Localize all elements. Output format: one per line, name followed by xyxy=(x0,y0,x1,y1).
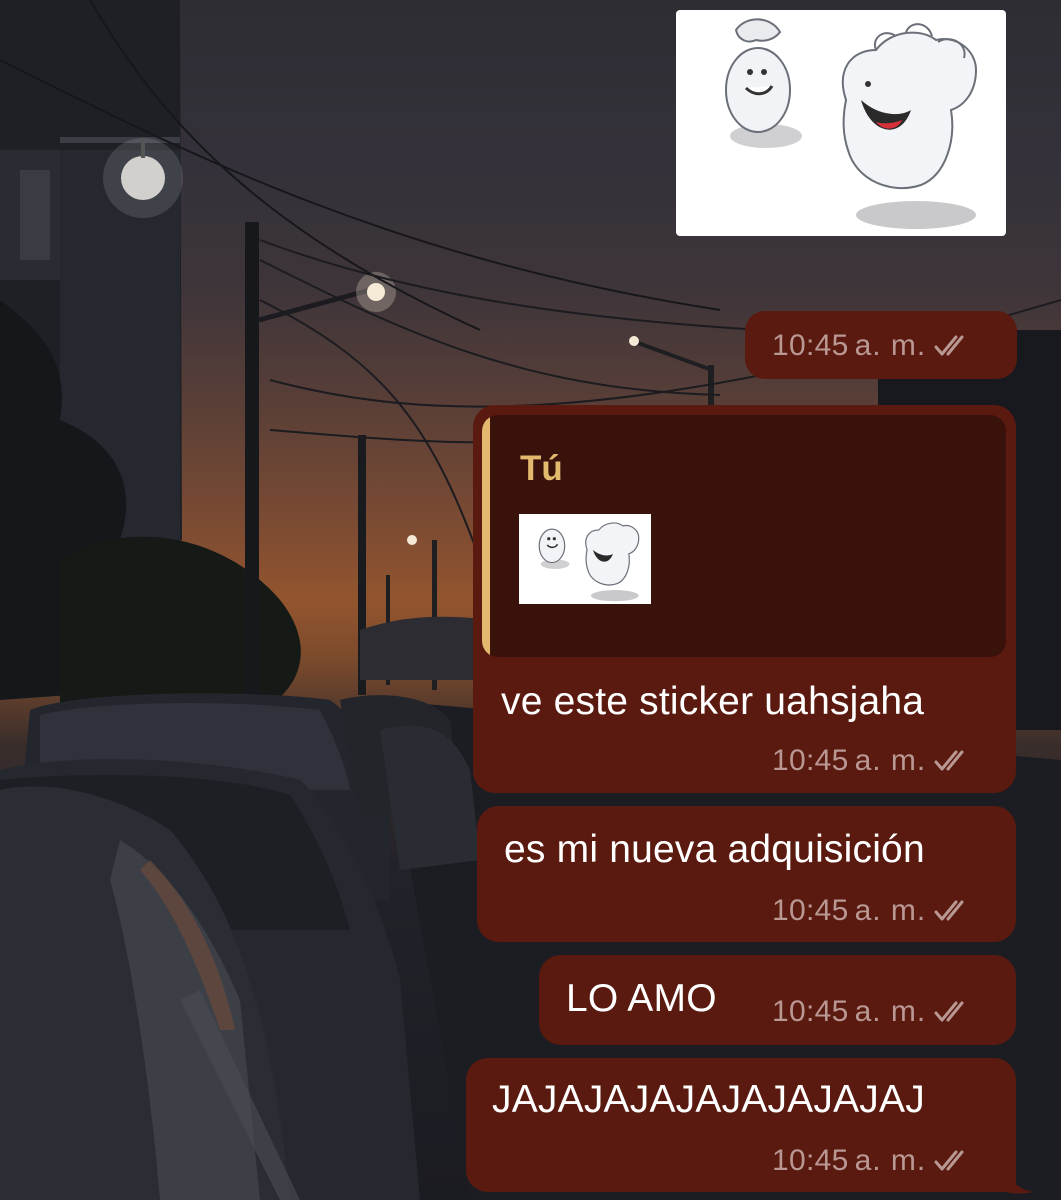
message-ampm: a. m. xyxy=(854,894,927,927)
message-bubble[interactable]: es mi nueva adquisición 10:45 a. m. xyxy=(477,806,1016,942)
message-meta: 10:45 a. m. xyxy=(772,894,976,928)
double-check-icon xyxy=(934,335,964,356)
message-text: ve este sticker uahsjaha xyxy=(501,680,925,723)
message-meta: 10:45 a. m. xyxy=(772,744,976,778)
message-time: 10:45 xyxy=(772,329,849,362)
double-check-icon xyxy=(934,1150,964,1171)
quoted-message[interactable]: Tú xyxy=(482,415,1006,657)
sticker-message-meta-bubble: 10:45 a. m. xyxy=(745,311,1017,379)
message-text: JAJAJAJAJAJAJAJAJAJ xyxy=(492,1078,925,1121)
quote-accent-bar xyxy=(482,415,490,657)
message-text: es mi nueva adquisición xyxy=(504,828,925,871)
quoted-sticker-thumbnail xyxy=(519,514,651,604)
message-meta: 10:45 a. m. xyxy=(772,329,976,363)
ghost-sticker-image xyxy=(725,18,978,229)
message-meta: 10:45 a. m. xyxy=(772,1144,976,1178)
message-bubble[interactable]: LO AMO 10:45 a. m. xyxy=(539,955,1016,1045)
message-ampm: a. m. xyxy=(854,1144,927,1177)
ghost-sticker-image xyxy=(538,522,640,602)
message-bubble[interactable]: JAJAJAJAJAJAJAJAJAJ 10:45 a. m. xyxy=(466,1058,1016,1192)
chat-view: 10:45 a. m. Tú ve este sticker uahsjaha … xyxy=(0,0,1061,1200)
message-time: 10:45 xyxy=(772,744,849,777)
double-check-icon xyxy=(934,1001,964,1022)
message-time: 10:45 xyxy=(772,894,849,927)
double-check-icon xyxy=(934,750,964,771)
message-time: 10:45 xyxy=(772,995,849,1028)
double-check-icon xyxy=(934,900,964,921)
bubble-tail xyxy=(1006,1168,1034,1194)
message-ampm: a. m. xyxy=(854,744,927,777)
message-ampm: a. m. xyxy=(854,995,927,1028)
message-ampm: a. m. xyxy=(854,329,927,362)
message-text: LO AMO xyxy=(566,977,717,1020)
message-meta: 10:45 a. m. xyxy=(772,995,976,1029)
sticker-message[interactable] xyxy=(676,10,1006,236)
message-time: 10:45 xyxy=(772,1144,849,1177)
quote-author: Tú xyxy=(520,449,563,488)
